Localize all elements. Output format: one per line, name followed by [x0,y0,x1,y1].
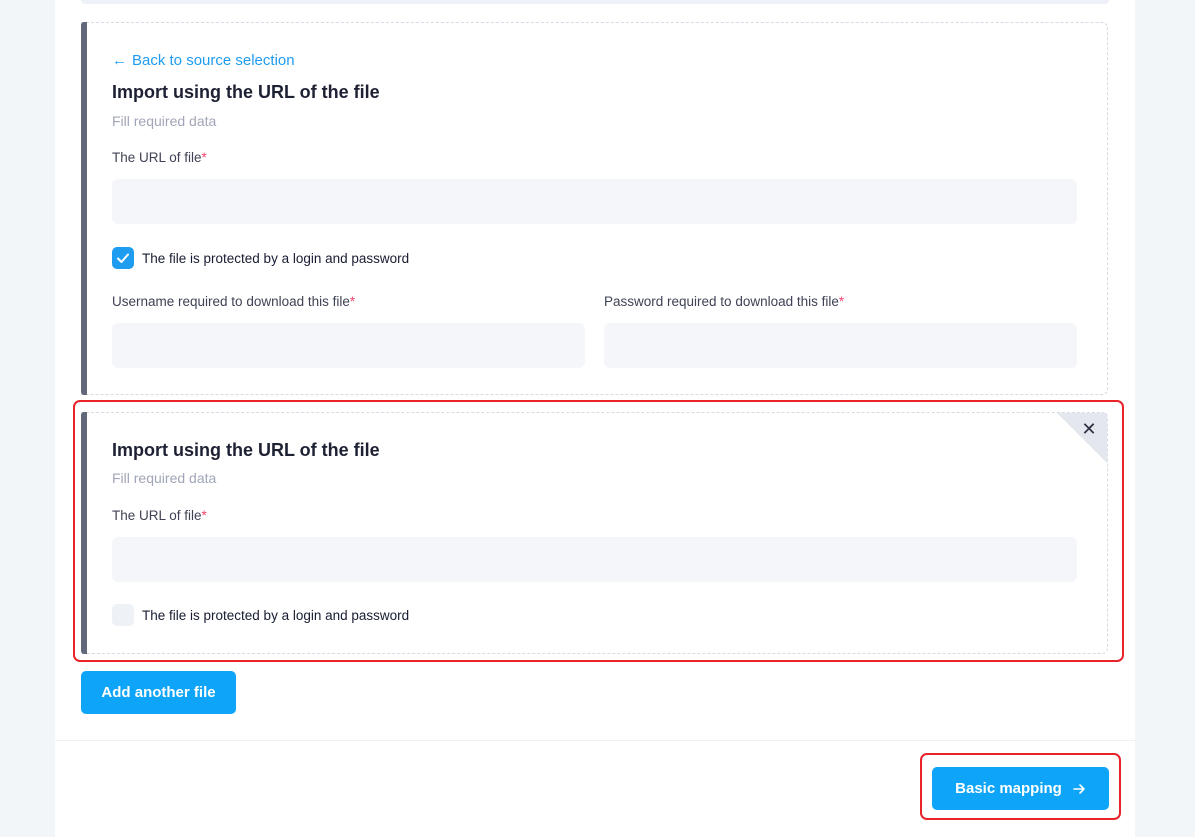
url-import-card-1: ← Back to source selection Import using … [81,22,1108,395]
footer-divider [55,740,1135,741]
basic-mapping-label: Basic mapping [955,780,1062,797]
card-title: Import using the URL of the file [112,82,380,102]
card-title: Import using the URL of the file [112,440,380,460]
required-mark: * [838,294,845,309]
protected-checkbox-row: The file is protected by a login and pas… [112,247,409,269]
protected-checkbox[interactable] [112,247,134,269]
url-label-text: The URL of file [112,150,202,165]
url-input[interactable] [112,179,1077,224]
previous-section-edge [81,0,1109,4]
basic-mapping-button[interactable]: Basic mapping [932,767,1109,810]
password-field-label: Password required to download this file* [604,294,844,309]
protected-checkbox[interactable] [112,604,134,626]
url-field-label: The URL of file* [112,508,207,523]
url-label-text: The URL of file [112,508,202,523]
card-subtitle: Fill required data [112,113,217,129]
card-accent-bar [81,412,87,654]
protected-checkbox-label: The file is protected by a login and pas… [142,607,410,623]
checkmark-icon [117,253,129,263]
arrow-left-icon: ← [112,52,127,69]
url-field-label: The URL of file* [112,150,207,165]
password-input[interactable] [604,323,1077,368]
username-field-label: Username required to download this file* [112,294,355,309]
required-mark: * [201,508,207,523]
card-accent-bar [81,22,87,395]
protected-checkbox-row: The file is protected by a login and pas… [112,604,409,626]
username-label-text: Username required to download this file [112,294,350,309]
required-mark: * [349,294,356,309]
add-file-label: Add another file [101,684,216,701]
card-subtitle: Fill required data [112,470,217,486]
add-another-file-button[interactable]: Add another file [81,671,236,714]
username-input[interactable] [112,323,585,368]
password-label-text: Password required to download this file [604,294,839,309]
url-import-card-2: ✕ Import using the URL of the file Fill … [81,412,1108,654]
back-to-source-link[interactable]: ← Back to source selection [112,52,295,69]
protected-checkbox-label: The file is protected by a login and pas… [142,250,410,266]
arrow-right-icon [1073,783,1085,794]
url-input[interactable] [112,537,1077,582]
back-link-label: Back to source selection [132,52,295,69]
required-mark: * [201,150,207,165]
close-icon[interactable]: ✕ [1077,417,1101,441]
